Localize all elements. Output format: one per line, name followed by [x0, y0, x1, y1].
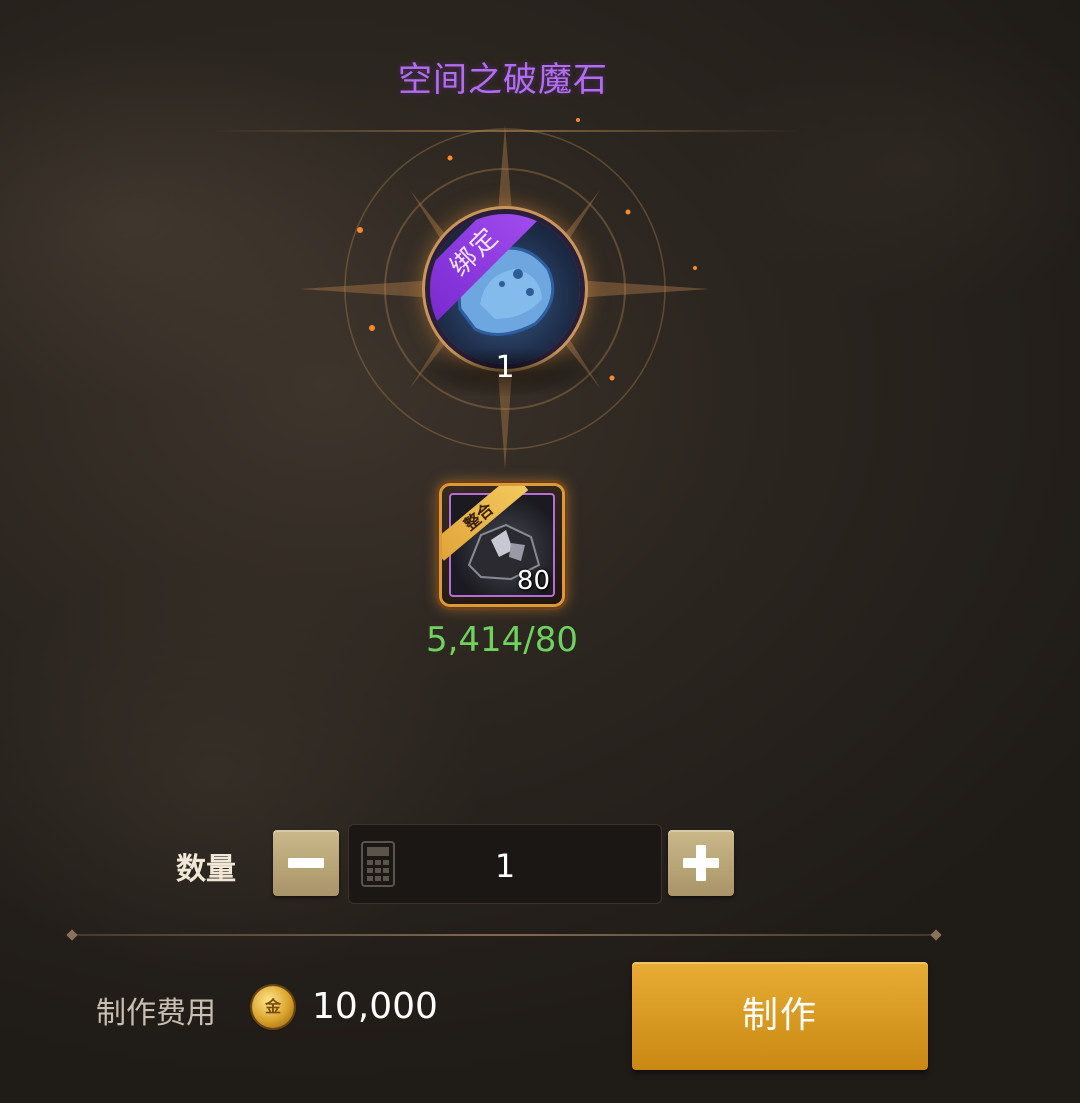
cost-label: 制作费用 — [96, 996, 216, 1031]
quantity-label: 数量 — [176, 852, 236, 887]
title-underline — [210, 130, 800, 132]
plus-icon — [683, 845, 719, 881]
material-required-qty: 80 — [516, 566, 550, 596]
section-divider — [72, 934, 936, 936]
quantity-value: 1 — [494, 847, 516, 885]
quantity-input[interactable]: 1 — [348, 824, 662, 904]
increase-button[interactable] — [668, 830, 734, 896]
result-item-slot[interactable]: 绑定 — [430, 214, 580, 364]
material-progress: 5,414/80 — [425, 620, 579, 660]
minus-icon — [288, 858, 324, 868]
result-count: 1 — [495, 350, 515, 385]
calculator-icon[interactable] — [361, 841, 395, 887]
item-title: 空间之破魔石 — [398, 60, 608, 100]
decrease-button[interactable] — [273, 830, 339, 896]
cost-value: 10,000 — [312, 986, 438, 1027]
gold-coin-icon: 金 — [252, 986, 294, 1028]
material-slot[interactable]: 整合 80 — [442, 486, 562, 604]
craft-button[interactable]: 制作 — [632, 962, 928, 1070]
